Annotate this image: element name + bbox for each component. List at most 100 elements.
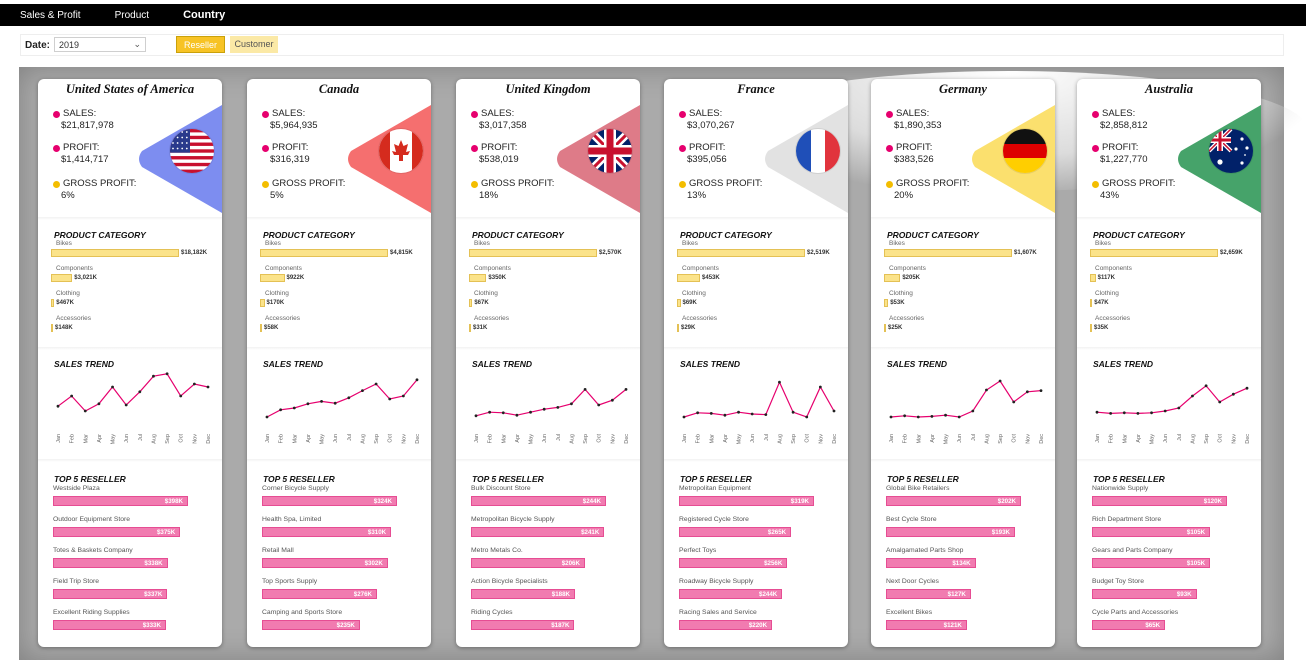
- category-name: Bikes: [265, 240, 281, 247]
- category-row: Accessories $58K: [260, 315, 300, 332]
- section-divider: [1077, 347, 1261, 350]
- month-tick-label: Jun: [957, 434, 963, 443]
- reseller-name: Top Sports Supply: [262, 578, 318, 585]
- reseller-value: $93K: [1176, 591, 1192, 598]
- tab-country[interactable]: Country: [183, 9, 225, 21]
- kpi-label-row: SALES:: [679, 108, 735, 120]
- month-tick-label: Jun: [333, 434, 339, 443]
- reseller-value: $187K: [551, 622, 570, 629]
- month-tick-label: May: [1150, 434, 1156, 445]
- kpi-value: $316,319: [270, 154, 310, 165]
- trend-point: [165, 372, 169, 376]
- category-value: $67K: [474, 300, 489, 306]
- reseller-row: Perfect Toys $256K: [679, 547, 839, 568]
- kpi-label: SALES:: [272, 108, 306, 119]
- month-tick-label: Jun: [542, 434, 548, 443]
- trend-line: [475, 388, 627, 417]
- month-tick-label: Mar: [1122, 434, 1128, 444]
- category-name: Clothing: [474, 290, 498, 297]
- trend-point: [1039, 389, 1043, 392]
- reseller-value: $398K: [164, 498, 183, 505]
- category-value: $922K: [286, 275, 305, 281]
- reseller-row: Next Door Cycles $127K: [886, 578, 1046, 599]
- trend-point: [818, 385, 822, 389]
- country-card: Australia SALES: $2,858,812 PROFIT: $1,227,7…: [1077, 79, 1261, 647]
- category-name: Accessories: [889, 315, 925, 322]
- country-card: Germany SALES: $1,890,353 PROFIT: $383,526 GR…: [871, 79, 1055, 647]
- category-name: Clothing: [1095, 290, 1119, 297]
- month-tick-label: May: [529, 434, 535, 445]
- trend-point: [1150, 411, 1153, 415]
- category-bar: [51, 274, 73, 282]
- reseller-value: $206K: [561, 560, 580, 567]
- kpi-label: PROFIT:: [1102, 142, 1139, 153]
- month-tick-label: Nov: [818, 434, 824, 444]
- month-tick-label: Aug: [777, 434, 783, 444]
- section-divider: [247, 347, 431, 350]
- tab-product[interactable]: Product: [115, 10, 149, 21]
- trend-point: [1095, 410, 1099, 414]
- kpi-gross: GROSS PROFIT: 6%: [53, 178, 136, 202]
- category-name: Accessories: [56, 315, 92, 322]
- trend-point: [56, 404, 60, 408]
- reseller-bar: $193K: [886, 527, 1015, 537]
- reseller-name: Retail Mall: [262, 547, 294, 554]
- top5-reseller-heading: TOP 5 RESELLER: [263, 474, 335, 484]
- reseller-bar: $265K: [679, 527, 792, 537]
- category-row: Clothing $170K: [260, 290, 289, 307]
- category-bar: [884, 299, 889, 307]
- kpi-label: SALES:: [689, 108, 723, 119]
- category-name: Bikes: [474, 240, 490, 247]
- trend-point: [1109, 412, 1113, 415]
- kpi-label: GROSS PROFIT:: [1102, 178, 1176, 189]
- reseller-button[interactable]: Reseller: [176, 36, 225, 53]
- reseller-name: Health Spa, Limited: [262, 516, 322, 523]
- bullet-dot-icon: [679, 144, 686, 152]
- category-bar: [884, 249, 1012, 257]
- category-row: Accessories $29K: [677, 315, 717, 332]
- customer-button[interactable]: Customer: [230, 36, 278, 53]
- section-divider: [664, 347, 848, 350]
- trend-point: [70, 394, 74, 398]
- month-tick-label: Feb: [1109, 434, 1115, 443]
- trend-point: [723, 413, 727, 417]
- month-tick-label: Jul: [347, 434, 353, 441]
- reseller-row: Metropolitan Bicycle Supply $241K: [471, 516, 631, 537]
- category-bar: [1090, 274, 1096, 282]
- month-tick-label: Jan: [682, 434, 688, 443]
- kpi-label-row: SALES:: [1092, 108, 1148, 120]
- trend-point: [474, 414, 478, 418]
- category-row: Components $922K: [260, 265, 304, 282]
- kpi-label: SALES:: [896, 108, 930, 119]
- reseller-row: Riding Cycles $187K: [471, 609, 631, 630]
- trend-line: [266, 379, 418, 418]
- category-row: Bikes $2,659K: [1090, 240, 1243, 257]
- month-tick-label: Sep: [998, 434, 1004, 444]
- category-bar: [260, 249, 388, 257]
- trend-point: [570, 402, 573, 406]
- trend-point: [83, 409, 87, 413]
- reseller-name: Nationwide Supply: [1092, 485, 1149, 492]
- trend-point: [111, 385, 114, 389]
- reseller-name: Racing Sales and Service: [679, 609, 757, 616]
- category-bar: [1090, 324, 1092, 332]
- sales-trend-chart: Jan Feb Mar Apr May Jun Jul Aug Sep Oct Nov Dec: [265, 378, 421, 444]
- category-bar: [51, 299, 55, 307]
- reseller-bar: $319K: [679, 496, 814, 506]
- australia-flag-icon: [1209, 129, 1253, 173]
- trend-point: [998, 379, 1002, 383]
- reseller-bar: $121K: [886, 620, 967, 630]
- reseller-bar: $398K: [53, 496, 188, 506]
- month-tick-label: Nov: [1231, 434, 1237, 444]
- reseller-row: Totes & Baskets Company $338K: [53, 547, 213, 568]
- category-bar: [260, 274, 285, 282]
- reseller-bar: $276K: [262, 589, 377, 599]
- reseller-value: $244K: [582, 498, 601, 505]
- category-value: $18,182K: [181, 250, 208, 256]
- trend-point: [347, 396, 351, 400]
- reseller-value: $276K: [353, 591, 372, 598]
- reseller-name: Westside Plaza: [53, 485, 100, 492]
- date-dropdown[interactable]: 2019 ⌄: [54, 37, 146, 52]
- reseller-value: $265K: [767, 529, 787, 536]
- tab-sales-profit[interactable]: Sales & Profit: [20, 10, 81, 21]
